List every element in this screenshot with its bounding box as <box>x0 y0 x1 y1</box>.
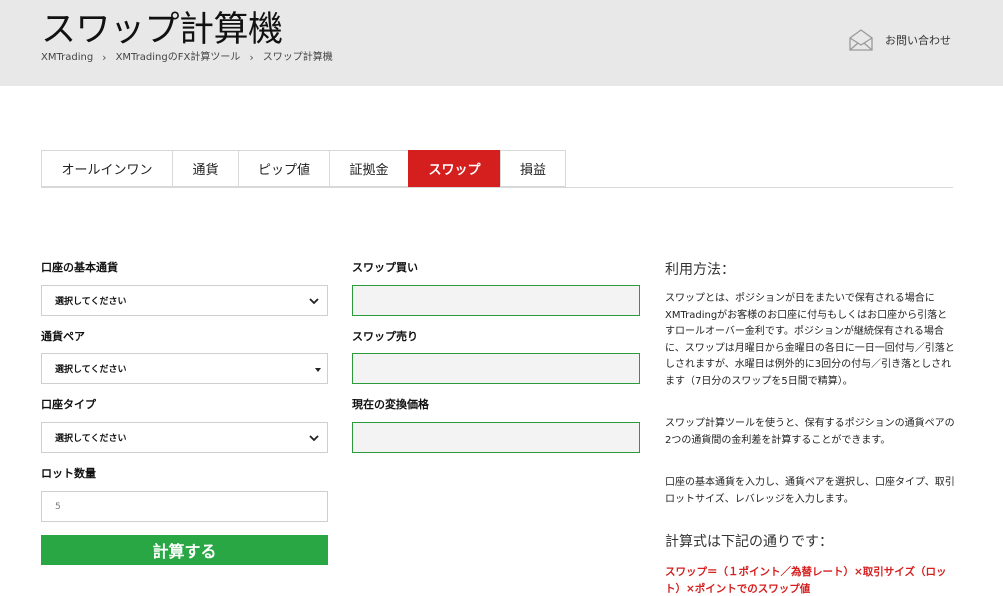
conversion-price-label: 現在の変換価格 <box>352 398 429 411</box>
chevron-down-icon <box>309 298 319 305</box>
lot-size-input[interactable]: 5 <box>41 491 328 522</box>
contact-link[interactable]: お問い合わせ <box>848 28 951 52</box>
currency-pair-select[interactable]: 選択してください <box>41 353 328 384</box>
page-title: スワップ計算機 <box>41 10 283 50</box>
account-type-value: 選択してください <box>55 434 127 444</box>
mail-icon <box>849 29 873 51</box>
tab-profit-loss[interactable]: 損益 <box>500 150 566 187</box>
tab-swap[interactable]: スワップ <box>408 150 500 187</box>
caret-down-icon <box>315 368 321 372</box>
account-type-select[interactable]: 選択してください <box>41 422 328 453</box>
tab-all-in-one[interactable]: オールインワン <box>41 150 172 187</box>
breadcrumb-current: スワップ計算機 <box>262 52 333 63</box>
calculator-tabs: オールインワン 通貨 ピップ値 証拠金 スワップ 損益 <box>41 150 566 187</box>
breadcrumb-home-link[interactable]: XMTrading <box>41 51 93 65</box>
swap-sell-label: スワップ売り <box>352 330 418 343</box>
base-currency-select[interactable]: 選択してください <box>41 285 328 316</box>
usage-paragraph: スワップとは、ポジションが日をまたいで保有される場合にXMTradingがお客様… <box>665 293 955 387</box>
tab-margin[interactable]: 証拠金 <box>329 150 408 187</box>
account-type-label: 口座タイプ <box>41 398 96 411</box>
breadcrumb-fx-tools-link[interactable]: XMTradingのFX計算ツール <box>116 51 241 65</box>
page-header: スワップ計算機 XMTrading › XMTradingのFX計算ツール › … <box>0 0 1003 86</box>
tab-pip-value[interactable]: ピップ値 <box>238 150 329 187</box>
chevron-down-icon <box>309 435 319 442</box>
chevron-right-icon: › <box>249 51 254 64</box>
currency-pair-value: 選択してください <box>55 365 127 375</box>
base-currency-value: 選択してください <box>55 297 127 307</box>
swap-formula: スワップ＝（１ポイント／為替レート）×取引サイズ（ロット）×ポイントでのスワップ… <box>665 566 947 595</box>
calculate-button[interactable]: 計算する <box>41 535 328 565</box>
contact-label: お問い合わせ <box>885 34 951 47</box>
usage-paragraph: スワップ計算ツールを使うと、保有するポジションの通貨ペアの2つの通貨間の金利差を… <box>665 418 955 446</box>
base-currency-label: 口座の基本通貨 <box>41 261 118 274</box>
swap-buy-output <box>352 285 640 316</box>
formula-title: 計算式は下記の通りです： <box>665 534 833 550</box>
tab-currency[interactable]: 通貨 <box>172 150 238 187</box>
usage-title: 利用方法： <box>665 262 735 278</box>
swap-sell-output <box>352 353 640 384</box>
lot-size-label: ロット数量 <box>41 467 96 480</box>
chevron-right-icon: › <box>102 51 107 64</box>
breadcrumb: XMTrading › XMTradingのFX計算ツール › スワップ計算機 <box>41 51 333 65</box>
currency-pair-label: 通貨ペア <box>41 330 85 343</box>
conversion-price-output <box>352 422 640 453</box>
tab-underline <box>41 187 953 188</box>
swap-buy-label: スワップ買い <box>352 261 418 274</box>
usage-paragraph: 口座の基本通貨を入力し、通貨ペアを選択し、口座タイプ、取引ロットサイズ、レバレッ… <box>665 477 955 505</box>
